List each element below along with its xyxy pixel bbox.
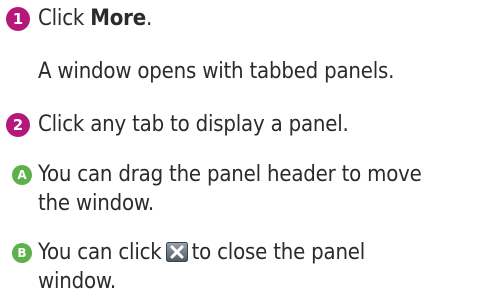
note-a-line-1: You can drag the panel header to move: [38, 162, 422, 187]
step-1-badge: 1: [6, 7, 30, 31]
note-b-line-1-post: to close the panel: [191, 240, 366, 265]
close-icon: [165, 242, 188, 262]
step-1-text-pre: Click: [38, 6, 91, 31]
step-2-badge: 2: [6, 113, 30, 137]
step-1-text: Click More.: [38, 5, 152, 33]
note-a-line-2: the window.: [38, 191, 154, 216]
step-1-text-bold: More: [90, 6, 146, 31]
note-b-badge: B: [12, 243, 32, 263]
note-b-line-1: You can click to close the panel: [38, 239, 365, 267]
step-2-text: Click any tab to display a panel.: [38, 112, 349, 137]
step-1-result: A window opens with tabbed panels.: [38, 59, 395, 84]
note-a-badge: A: [12, 165, 32, 185]
step-1-text-post: .: [145, 6, 153, 31]
note-b-line-1-pre: You can click: [38, 240, 162, 265]
note-b-line-2: window.: [38, 269, 116, 294]
